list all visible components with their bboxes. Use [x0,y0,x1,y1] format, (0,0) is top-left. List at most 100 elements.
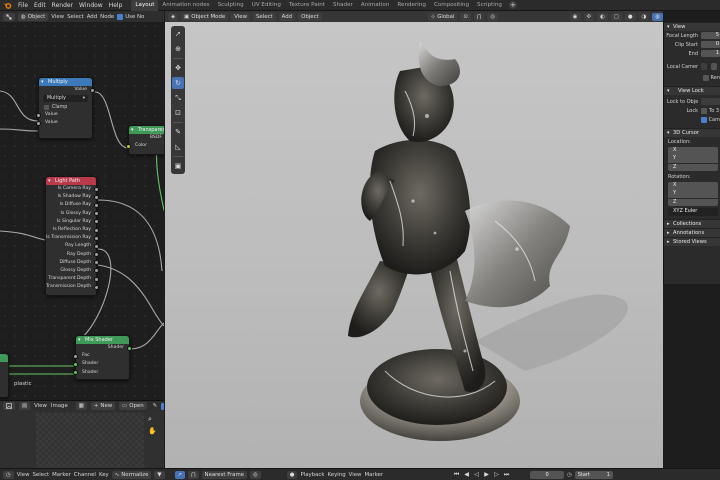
partial-material-node[interactable] [0,353,9,398]
transparent-color-socket[interactable] [126,143,131,149]
collections-section-header[interactable]: Collections [664,218,720,229]
timeline-editor-type-button[interactable]: ◷ [3,470,14,479]
3d-cursor-section-header[interactable]: 3D Cursor [664,128,720,138]
menu-render[interactable]: Render [49,0,76,11]
clip-start-field[interactable]: 0 [701,41,720,48]
mix-shader-output-socket[interactable] [127,345,132,351]
lp-socket-2[interactable] [94,202,99,208]
proportional-edit-toggle[interactable]: ◎ [487,12,499,21]
use-nodes-checkbox[interactable]: Use No [117,13,144,20]
timeline-menu-select[interactable]: Select [33,472,50,478]
tab-animation[interactable]: Animation [357,0,394,11]
tab-compositing[interactable]: Compositing [430,0,473,11]
annotations-section-header[interactable]: Annotations [664,227,720,238]
node-menu-add[interactable]: Add [87,14,97,20]
tab-animation-nodes[interactable]: Animation nodes [158,0,213,11]
pivot-point-dropdown[interactable]: ⊙ [460,12,471,21]
editor-type-button[interactable] [3,12,15,21]
transform-tool[interactable]: ⊡ [172,107,184,119]
start-frame-field[interactable]: Start 1 [574,470,613,479]
jump-end-icon[interactable]: ⏭ [503,471,510,479]
lp-socket-12[interactable] [94,284,99,290]
rendered-glass-statue[interactable] [165,11,663,468]
tab-sculpting[interactable]: Sculpting [214,0,248,11]
image-editor[interactable]: ▤ View Image ▦ + New ▭ Open ✎ ⌕ ✋ [0,400,164,469]
snap-toggle[interactable]: ⋂ [473,12,485,21]
record-toggle[interactable]: ● [286,470,298,479]
image-display-toggle-icon[interactable] [161,402,164,410]
tab-uv-editing[interactable]: UV Editing [248,0,285,11]
viewport-editor-type-button[interactable]: ◈ [168,12,179,21]
menu-help[interactable]: Help [106,0,126,11]
lp-socket-1[interactable] [94,194,99,200]
cursor-rotation-y[interactable]: Y [668,190,718,198]
lp-socket-11[interactable] [94,276,99,282]
xray-toggle[interactable]: ▢ [610,12,622,21]
annotate-tool[interactable]: ✎ [172,126,184,138]
move-tool[interactable]: ✥ [172,62,184,74]
node-menu-view[interactable]: View [51,14,64,20]
image-editor-type-button[interactable] [3,402,15,410]
light-path-node[interactable]: Light Path Is Camera Ray Is Shadow Ray I… [45,176,99,296]
interpolation-mode-dropdown[interactable]: Nearest Frame [201,470,248,479]
multiply-input-socket-2[interactable] [36,120,41,126]
play-reverse-icon[interactable]: ◁ [473,471,480,479]
shader-node-editor[interactable]: ◍ Object View Select Add Node Use No ▾ M… [0,11,164,400]
playback-menu[interactable]: Playback [300,472,324,478]
rotation-mode-dropdown[interactable]: XYZ Euler [668,208,718,216]
timeline-view-menu[interactable]: View [349,472,362,478]
viewport-menu-select[interactable]: Select [253,12,276,21]
tab-rendering[interactable]: Rendering [393,0,430,11]
image-browse-button[interactable]: ▦ [75,402,87,410]
image-menu-image[interactable]: Image [51,403,68,409]
open-image-button[interactable]: ▭ Open [119,402,147,410]
timeline-menu-key[interactable]: Key [99,472,109,478]
lp-socket-7[interactable] [94,243,99,249]
viewport-menu-object[interactable]: Object [298,12,322,21]
multiply-output-socket[interactable] [90,87,95,93]
normalize-toggle[interactable]: ∿ Normalize [111,470,152,479]
overlays-toggle[interactable]: ◐ [597,12,608,21]
tab-layout[interactable]: Layout [131,0,159,11]
node-menu-select[interactable]: Select [67,14,84,20]
clock-toggle-icon[interactable]: ◷ [567,472,572,478]
mix-fac-socket[interactable] [73,353,78,359]
image-canvas[interactable] [36,413,144,469]
timeline-menu-view[interactable]: View [17,472,30,478]
snap-timeline-toggle[interactable]: ⋂ [188,470,199,479]
cursor-rotation-x[interactable]: X [668,182,718,190]
keying-menu[interactable]: Keying [328,472,346,478]
shading-rendered-button[interactable]: ◍ [652,12,663,21]
current-frame-field[interactable]: 0 [530,470,565,479]
image-mode-dropdown[interactable]: ▤ [19,402,31,410]
proportional-timeline-toggle[interactable]: ◎ [250,470,261,479]
tab-texture-paint[interactable]: Texture Paint [285,0,329,11]
shading-material-button[interactable]: ◑ [638,12,650,21]
3d-viewport[interactable]: ◈ ▣ Object Mode View Select Add Object ⊹… [165,11,663,468]
add-workspace-button[interactable]: + [508,1,517,9]
pan-hand-icon[interactable]: ✋ [148,427,160,435]
timeline-menu-marker[interactable]: Marker [52,472,71,478]
cursor-location-x[interactable]: X [668,147,718,155]
measure-tool[interactable]: ◺ [172,141,184,153]
prev-keyframe-icon[interactable]: ◀ [463,471,470,479]
object-shader-dropdown[interactable]: ◍ Object [18,12,49,21]
menu-edit[interactable]: Edit [31,0,49,11]
pin-icon[interactable]: ✎ [153,403,158,409]
select-tool-button[interactable]: ➚ [174,470,186,479]
transform-orientation-dropdown[interactable]: ⊹ Global [427,12,458,21]
blender-logo-icon[interactable] [2,0,12,10]
mix-shader-node[interactable]: Mix Shader Shader Fac Shader Shader [73,335,132,380]
filters-button[interactable]: ▼ [154,470,165,479]
lp-socket-6[interactable] [94,235,99,241]
select-box-tool[interactable]: ➚ [172,28,184,40]
tab-scripting[interactable]: Scripting [473,0,506,11]
lp-socket-0[interactable] [94,186,99,192]
multiply-operation-dropdown[interactable]: Multiply [43,95,88,103]
viewport-menu-view[interactable]: View [231,12,251,21]
cursor-location-z[interactable]: Z [668,163,718,172]
timeline-menu-channel[interactable]: Channel [74,472,96,478]
menu-window[interactable]: Window [76,0,106,11]
timeline-marker-menu[interactable]: Marker [364,472,383,478]
transparent-bsdf-node[interactable]: Transparent BSDF Color [126,125,164,155]
